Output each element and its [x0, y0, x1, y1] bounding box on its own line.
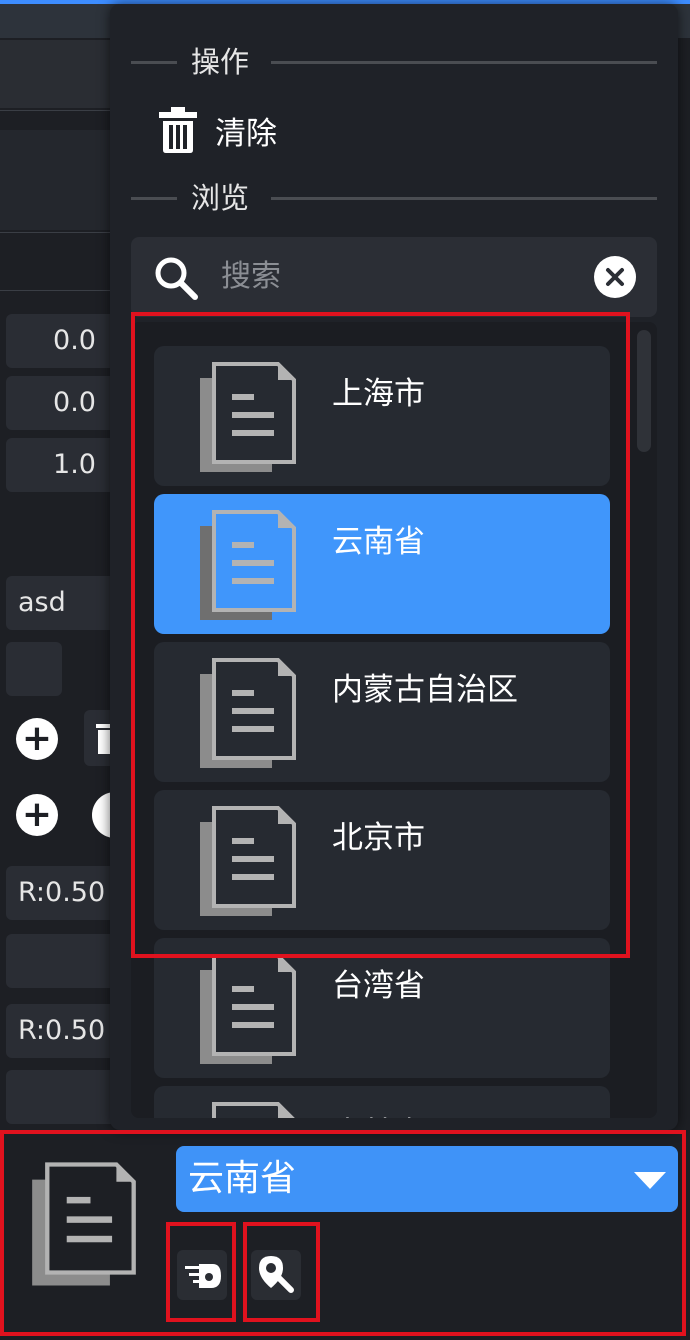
- divider: [0, 232, 120, 233]
- search-input[interactable]: 搜索: [131, 237, 657, 317]
- highlight-box-pick: [166, 1222, 236, 1322]
- section-browse-label: 浏览: [191, 181, 250, 215]
- divider: [0, 110, 120, 111]
- empty-field[interactable]: [6, 1070, 122, 1124]
- empty-field[interactable]: [6, 934, 122, 988]
- highlight-box-list: [131, 312, 630, 958]
- header-band: [0, 40, 120, 108]
- empty-field[interactable]: [6, 642, 62, 696]
- list-scrollbar[interactable]: [637, 330, 651, 452]
- add-icon[interactable]: +: [16, 718, 58, 760]
- section-band: [0, 130, 120, 230]
- clear-search-icon[interactable]: [593, 255, 637, 299]
- list-item[interactable]: 吉林省: [154, 1086, 610, 1118]
- highlight-box-locate: [243, 1222, 320, 1322]
- clear-menu-item[interactable]: 清除: [155, 100, 277, 160]
- list-item[interactable]: 台湾省: [154, 938, 610, 1078]
- clear-label: 清除: [215, 115, 277, 152]
- divider: [0, 290, 120, 291]
- section-operations: 操作: [131, 42, 657, 82]
- trash-icon: [159, 107, 197, 153]
- list-item-label: 台湾省: [332, 968, 425, 1004]
- highlight-box-bottom: [0, 1130, 686, 1336]
- section-browse: 浏览: [131, 178, 657, 218]
- add-icon[interactable]: +: [16, 794, 58, 836]
- text-field[interactable]: asd: [6, 576, 122, 630]
- list-item-label: 吉林省: [332, 1108, 425, 1118]
- document-icon: [198, 1100, 298, 1118]
- section-operations-label: 操作: [191, 45, 250, 79]
- document-icon: [198, 952, 298, 1072]
- search-icon: [155, 257, 198, 300]
- search-placeholder: 搜索: [221, 259, 281, 294]
